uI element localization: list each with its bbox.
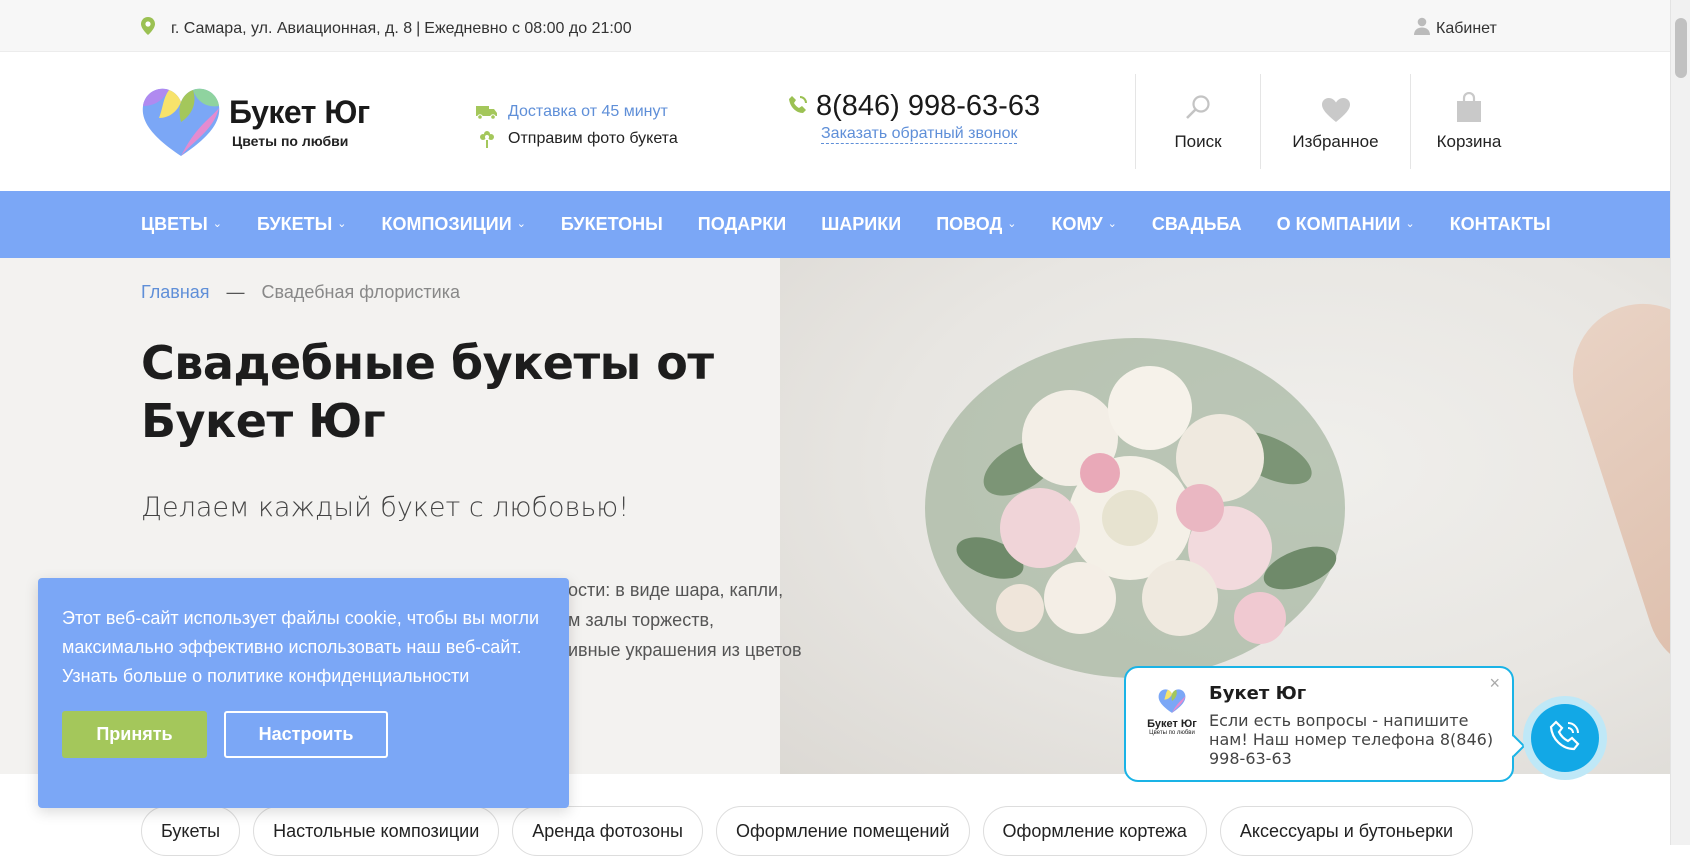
- nav-item-contacts[interactable]: КОНТАКТЫ: [1450, 214, 1551, 235]
- cabinet-label: Кабинет: [1436, 19, 1497, 37]
- chevron-down-icon: ⌄: [516, 218, 526, 230]
- callback-link[interactable]: Заказать обратный звонок: [821, 125, 1018, 144]
- cabinet-link[interactable]: Кабинет: [1414, 17, 1497, 40]
- logo-heart-icon: [142, 88, 220, 156]
- scrollbar-thumb[interactable]: [1675, 18, 1687, 78]
- close-icon[interactable]: ×: [1489, 673, 1500, 694]
- cookie-settings-button[interactable]: Настроить: [224, 711, 388, 758]
- nav-label: БУКЕТЫ: [257, 214, 333, 234]
- chat-message: Если есть вопросы - напишите нам! Наш но…: [1209, 711, 1494, 768]
- chat-popup: × Букет Юг Цветы по любви Букет Юг Если …: [1124, 666, 1526, 782]
- cart-button[interactable]: Корзина: [1411, 74, 1527, 169]
- nav-label: О КОМПАНИИ: [1276, 214, 1401, 234]
- address-block: г. Самара, ул. Авиационная, д. 8 | Ежедн…: [141, 17, 632, 40]
- breadcrumb: Главная — Свадебная флористика: [141, 282, 460, 303]
- hero-photo-arm: [1554, 285, 1670, 691]
- tag-room-decoration[interactable]: Оформление помещений: [715, 806, 970, 856]
- heart-icon: [1321, 92, 1350, 122]
- tag-table-compositions[interactable]: Настольные композиции: [253, 806, 500, 856]
- category-tags: Букеты Настольные композиции Аренда фото…: [141, 806, 1474, 856]
- topbar: г. Самара, ул. Авиационная, д. 8 | Ежедн…: [0, 0, 1670, 52]
- nav-item-wedding[interactable]: СВАДЬБА: [1152, 214, 1242, 235]
- logo-heart-icon: [1158, 689, 1186, 713]
- logo-subtitle: Цветы по любви: [232, 133, 349, 149]
- hero-tagline: Делаем каждый букет с любовью!: [141, 492, 630, 523]
- call-widget-button[interactable]: [1523, 696, 1607, 780]
- nav-label: ПОВОД: [936, 214, 1003, 234]
- nav-label: КОМПОЗИЦИИ: [381, 214, 512, 234]
- nav-item-balloons[interactable]: ШАРИКИ: [821, 214, 901, 235]
- phone-number[interactable]: 8(846) 998-63-63: [816, 90, 1040, 123]
- page-title: Свадебные букеты от Букет Юг: [141, 336, 714, 448]
- logo-title: Букет Юг: [229, 94, 370, 130]
- address-divider: |: [416, 19, 421, 37]
- chevron-down-icon: ⌄: [212, 218, 222, 230]
- site-header: Букет Юг Цветы по любви Доставка от 45 м…: [0, 52, 1670, 191]
- chat-logo-subtitle: Цветы по любви: [1149, 730, 1195, 736]
- nav-label: ШАРИКИ: [821, 214, 902, 234]
- logo[interactable]: Букет Юг Цветы по любви: [141, 86, 370, 158]
- delivery-link[interactable]: Доставка от 45 минут: [508, 103, 668, 121]
- tag-accessories[interactable]: Аксессуары и бутоньерки: [1219, 806, 1474, 856]
- chevron-down-icon: ⌄: [1405, 218, 1415, 230]
- accept-cookies-button[interactable]: Принять: [62, 711, 207, 758]
- breadcrumb-separator: —: [226, 282, 245, 302]
- hours-text: Ежедневно с 08:00 до 21:00: [424, 19, 632, 37]
- address-text: г. Самара, ул. Авиационная, д. 8: [171, 19, 413, 37]
- nav-label: БУКЕТОНЫ: [560, 214, 663, 234]
- chat-logo-title: Букет Юг: [1147, 718, 1197, 730]
- nav-label: СВАДЬБА: [1151, 214, 1242, 234]
- nav-item-buketony[interactable]: БУКЕТОНЫ: [561, 214, 663, 235]
- nav-item-gifts[interactable]: ПОДАРКИ: [698, 214, 786, 235]
- photo-send-text: Отправим фото букета: [508, 129, 678, 147]
- cookie-text: Этот веб-сайт использует файлы cookie, ч…: [62, 608, 540, 686]
- nav-item-compositions[interactable]: КОМПОЗИЦИИ ⌄: [382, 214, 526, 235]
- search-label: Поиск: [1174, 131, 1222, 151]
- breadcrumb-home-link[interactable]: Главная: [141, 282, 210, 302]
- favorites-label: Избранное: [1292, 131, 1379, 151]
- phone-icon: [788, 90, 808, 123]
- nav-item-flowers[interactable]: ЦВЕТЫ ⌄: [141, 214, 222, 235]
- phone-block: 8(846) 998-63-63 Заказать обратный звоно…: [788, 90, 1040, 144]
- flower-icon: [476, 130, 498, 148]
- chevron-down-icon: ⌄: [337, 218, 347, 230]
- nav-label: ПОДАРКИ: [697, 214, 787, 234]
- bouquet-illustration: [925, 338, 1345, 678]
- nav-label: КОНТАКТЫ: [1449, 214, 1551, 234]
- nav-label: ЦВЕТЫ: [141, 214, 208, 234]
- chevron-down-icon: ⌄: [1007, 218, 1017, 230]
- call-icon: [1548, 719, 1582, 758]
- main-nav: ЦВЕТЫ ⌄ БУКЕТЫ ⌄ КОМПОЗИЦИИ ⌄ БУКЕТОНЫ ПОДА…: [0, 191, 1670, 258]
- favorites-button[interactable]: Избранное: [1261, 74, 1410, 169]
- nav-item-bouquets[interactable]: БУКЕТЫ ⌄: [257, 214, 347, 235]
- truck-icon: [476, 104, 498, 120]
- user-icon: [1414, 17, 1430, 40]
- scrollbar[interactable]: [1670, 0, 1690, 845]
- nav-item-occasion[interactable]: ПОВОД ⌄: [936, 214, 1016, 235]
- chat-sender-name: Букет Юг: [1209, 683, 1307, 704]
- cookie-banner: Этот веб-сайт использует файлы cookie, ч…: [38, 578, 569, 808]
- tag-photozone-rent[interactable]: Аренда фотозоны: [512, 806, 703, 856]
- tag-motorcade-decoration[interactable]: Оформление кортежа: [982, 806, 1207, 856]
- search-button[interactable]: Поиск: [1136, 74, 1260, 169]
- bag-icon: [1456, 91, 1482, 122]
- search-icon: [1184, 92, 1212, 122]
- breadcrumb-current: Свадебная флористика: [261, 282, 461, 302]
- chevron-down-icon: ⌄: [1107, 218, 1117, 230]
- nav-item-about[interactable]: О КОМПАНИИ ⌄: [1277, 214, 1415, 235]
- map-pin-icon: [141, 17, 155, 40]
- nav-item-recipient[interactable]: КОМУ ⌄: [1051, 214, 1116, 235]
- chat-logo: Букет Юг Цветы по любви: [1144, 688, 1200, 736]
- delivery-info: Доставка от 45 минут Отправим фото букет…: [476, 98, 678, 152]
- nav-label: КОМУ: [1051, 214, 1103, 234]
- cart-label: Корзина: [1436, 131, 1502, 151]
- tag-bouquets[interactable]: Букеты: [141, 806, 241, 856]
